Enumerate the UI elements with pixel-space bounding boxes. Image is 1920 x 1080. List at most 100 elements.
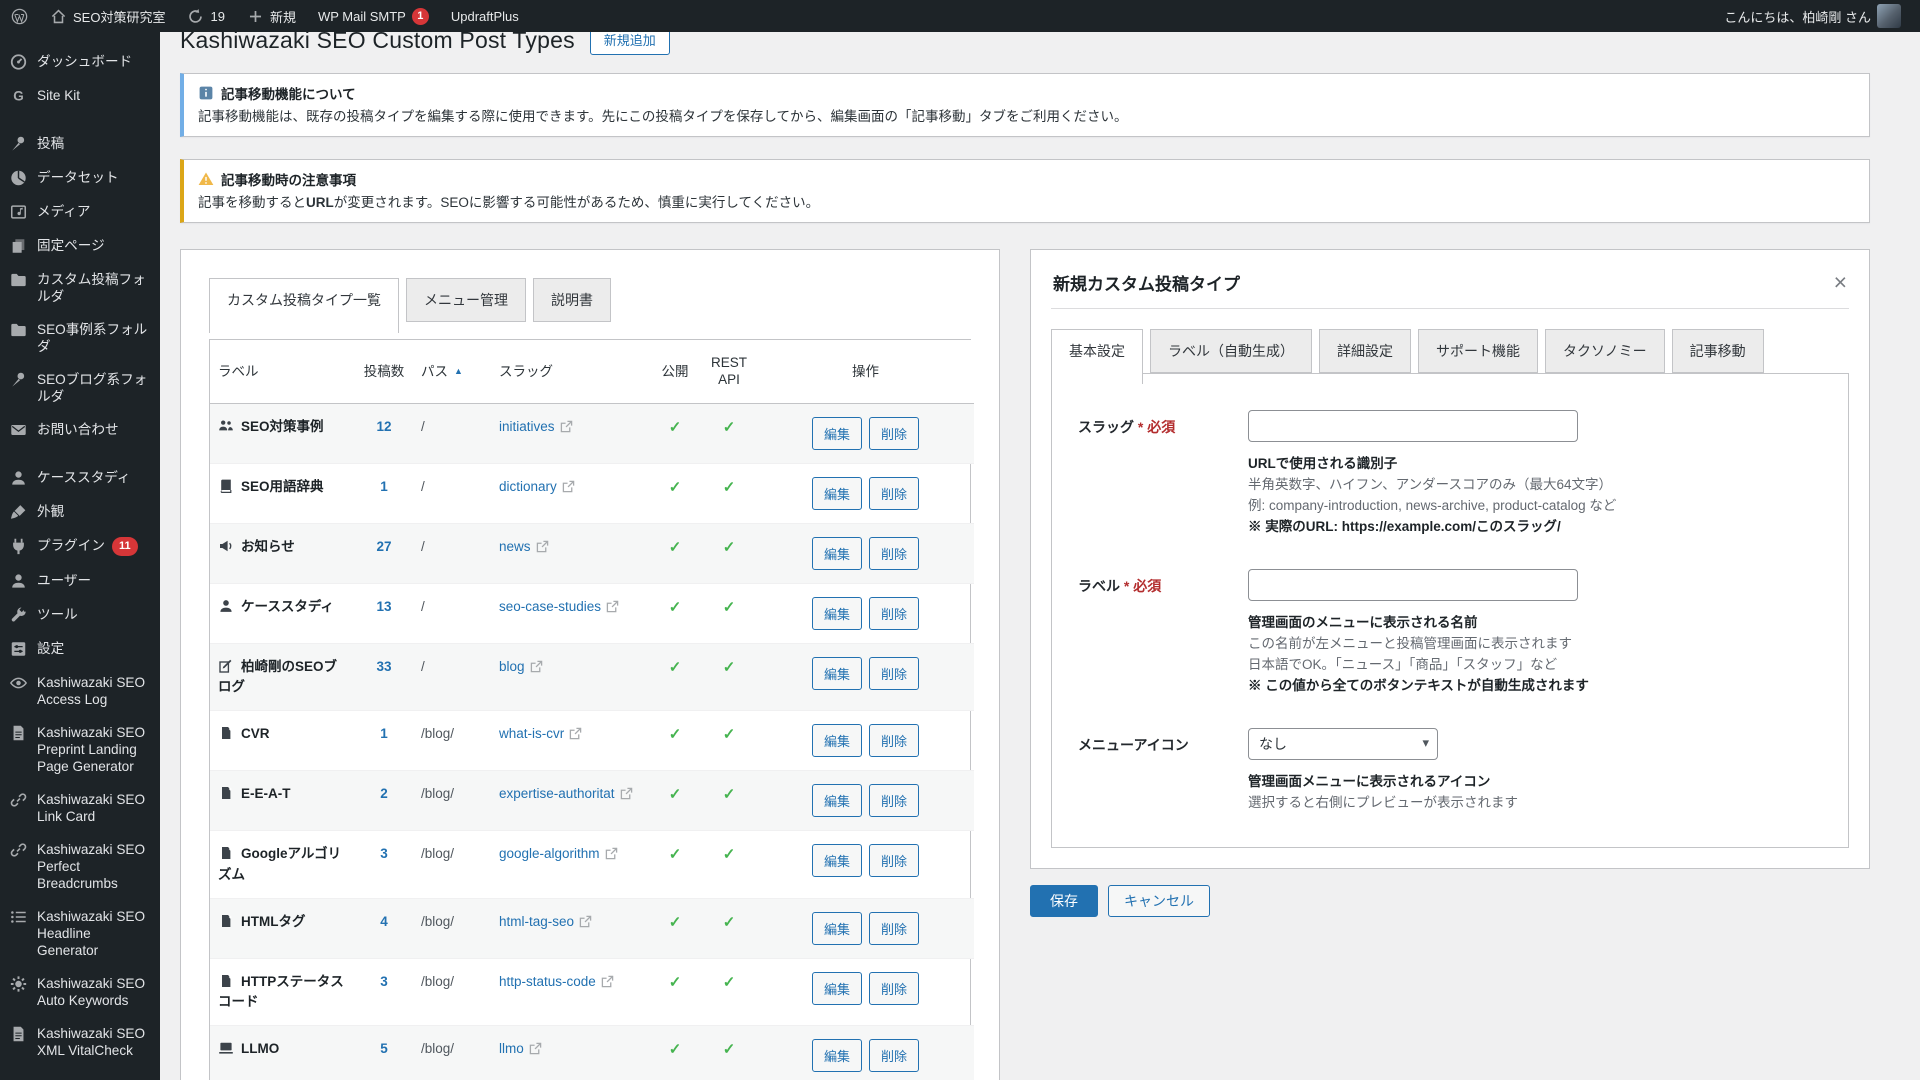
sidebar-item-kashiwazaki-seo-perfect-breadcrumbs[interactable]: Kashiwazaki SEO Perfect Breadcrumbs <box>0 833 160 900</box>
post-count-link[interactable]: 12 <box>376 419 391 434</box>
edit-button[interactable]: 編集 <box>812 972 862 1005</box>
post-count-link[interactable]: 3 <box>380 846 388 861</box>
tab-basic-settings[interactable]: 基本設定 <box>1051 329 1143 384</box>
post-count-link[interactable]: 5 <box>380 1041 388 1056</box>
sidebar-item-users[interactable]: ユーザー <box>0 564 160 598</box>
post-count-link[interactable]: 1 <box>380 726 388 741</box>
wordpress-menu[interactable] <box>0 0 39 32</box>
delete-button[interactable]: 削除 <box>869 844 919 877</box>
slug-link[interactable]: html-tag-seo <box>499 914 574 929</box>
delete-button[interactable]: 削除 <box>869 477 919 510</box>
column-header-rest[interactable]: REST API <box>701 340 757 404</box>
edit-button[interactable]: 編集 <box>812 477 862 510</box>
sidebar-item-custom-post-folder[interactable]: カスタム投稿フォルダ <box>0 263 160 313</box>
sidebar-item-dashboard[interactable]: ダッシュボード <box>0 45 160 79</box>
delete-button[interactable]: 削除 <box>869 537 919 570</box>
delete-button[interactable]: 削除 <box>869 597 919 630</box>
post-count-link[interactable]: 1 <box>380 479 388 494</box>
tab-menu-management[interactable]: メニュー管理 <box>406 278 526 322</box>
sidebar-item-media[interactable]: メディア <box>0 195 160 229</box>
sidebar-item-appearance[interactable]: 外観 <box>0 495 160 529</box>
post-count-link[interactable]: 33 <box>376 659 391 674</box>
sidebar-item-site-kit[interactable]: GSite Kit <box>0 79 160 113</box>
slug-link[interactable]: news <box>499 539 531 554</box>
edit-button[interactable]: 編集 <box>812 844 862 877</box>
delete-button[interactable]: 削除 <box>869 724 919 757</box>
sidebar-item-seo-blog-folder[interactable]: SEOブログ系フォルダ <box>0 363 160 413</box>
slug-link[interactable]: dictionary <box>499 479 557 494</box>
edit-button[interactable]: 編集 <box>812 537 862 570</box>
post-count-link[interactable]: 27 <box>376 539 391 554</box>
rest-api-check-icon: ✓ <box>723 479 736 496</box>
tab-advanced-settings[interactable]: 詳細設定 <box>1319 329 1411 373</box>
sidebar-item-label: Kashiwazaki SEO Perfect Breadcrumbs <box>37 841 152 892</box>
post-count-link[interactable]: 4 <box>380 914 388 929</box>
column-header-public[interactable]: 公開 <box>649 340 701 404</box>
save-button[interactable]: 保存 <box>1030 885 1098 917</box>
post-type-row-http-status-code: HTTPステータスコード3/blog/http-status-code✓✓編集削… <box>210 958 974 1026</box>
sidebar-item-settings[interactable]: 設定 <box>0 632 160 666</box>
tab-labels-auto[interactable]: ラベル（自動生成） <box>1150 329 1312 373</box>
delete-button[interactable]: 削除 <box>869 912 919 945</box>
slug-link[interactable]: llmo <box>499 1041 524 1056</box>
delete-button[interactable]: 削除 <box>869 657 919 690</box>
tab-taxonomy[interactable]: タクソノミー <box>1545 329 1665 373</box>
sidebar-item-kashiwazaki-seo-headline-generator[interactable]: Kashiwazaki SEO Headline Generator <box>0 900 160 967</box>
label-input[interactable] <box>1248 569 1578 601</box>
edit-button[interactable]: 編集 <box>812 912 862 945</box>
post-count-link[interactable]: 2 <box>380 786 388 801</box>
site-name-link[interactable]: SEO対策研究室 <box>39 0 176 32</box>
slug-link[interactable]: initiatives <box>499 419 555 434</box>
column-header-label[interactable]: ラベル <box>210 340 355 404</box>
column-header-label: 公開 <box>662 364 689 379</box>
post-count-link[interactable]: 13 <box>376 599 391 614</box>
tab-support-features[interactable]: サポート機能 <box>1418 329 1538 373</box>
edit-button[interactable]: 編集 <box>812 784 862 817</box>
cancel-button[interactable]: キャンセル <box>1108 885 1210 917</box>
sidebar-item-kashiwazaki-seo-link-card[interactable]: Kashiwazaki SEO Link Card <box>0 783 160 833</box>
sidebar-item-plugins[interactable]: プラグイン11 <box>0 529 160 564</box>
delete-button[interactable]: 削除 <box>869 1039 919 1072</box>
updraftplus-link[interactable]: UpdraftPlus <box>440 0 530 32</box>
tab-article-move[interactable]: 記事移動 <box>1672 329 1764 373</box>
sidebar-item-posts[interactable]: 投稿 <box>0 127 160 161</box>
sidebar-item-dataset[interactable]: データセット <box>0 161 160 195</box>
edit-button[interactable]: 編集 <box>812 417 862 450</box>
sidebar-item-kashiwazaki-seo-access-log[interactable]: Kashiwazaki SEO Access Log <box>0 666 160 716</box>
sidebar-item-tools[interactable]: ツール <box>0 598 160 632</box>
sidebar-item-kashiwazaki-seo-auto-keywords[interactable]: Kashiwazaki SEO Auto Keywords <box>0 967 160 1017</box>
slug-link[interactable]: seo-case-studies <box>499 599 601 614</box>
menu-icon-select[interactable]: なし <box>1248 728 1438 760</box>
slug-link[interactable]: google-algorithm <box>499 846 600 861</box>
column-header-count[interactable]: 投稿数 <box>355 340 413 404</box>
edit-button[interactable]: 編集 <box>812 657 862 690</box>
close-icon[interactable]: × <box>1834 271 1847 294</box>
sidebar-item-kashiwazaki-seo-preprint-landing-page-generator[interactable]: Kashiwazaki SEO Preprint Landing Page Ge… <box>0 716 160 783</box>
updates-link[interactable]: 19 <box>176 0 235 32</box>
slug-link[interactable]: what-is-cvr <box>499 726 564 741</box>
tab-post-type-list[interactable]: カスタム投稿タイプ一覧 <box>209 278 399 333</box>
column-header-slug[interactable]: スラッグ <box>491 340 649 404</box>
edit-button[interactable]: 編集 <box>812 724 862 757</box>
slug-link[interactable]: expertise-authoritat <box>499 786 615 801</box>
sidebar-item-case-study[interactable]: ケーススタディ <box>0 461 160 495</box>
wp-mail-smtp-link[interactable]: WP Mail SMTP 1 <box>307 0 440 32</box>
sidebar-item-kashiwazaki-seo-xml-vitalcheck[interactable]: Kashiwazaki SEO XML VitalCheck <box>0 1017 160 1067</box>
new-content-link[interactable]: 新規 <box>236 0 307 32</box>
post-count-link[interactable]: 3 <box>380 974 388 989</box>
rest-api-check-icon: ✓ <box>723 786 736 803</box>
slug-link[interactable]: blog <box>499 659 525 674</box>
sidebar-item-pages[interactable]: 固定ページ <box>0 229 160 263</box>
edit-button[interactable]: 編集 <box>812 1039 862 1072</box>
sidebar-item-contact[interactable]: お問い合わせ <box>0 413 160 447</box>
tab-manual[interactable]: 説明書 <box>533 278 611 322</box>
column-header-path[interactable]: パス▲ <box>413 340 491 404</box>
edit-button[interactable]: 編集 <box>812 597 862 630</box>
delete-button[interactable]: 削除 <box>869 417 919 450</box>
slug-input[interactable] <box>1248 410 1578 442</box>
slug-link[interactable]: http-status-code <box>499 974 596 989</box>
account-menu[interactable]: こんにちは、柏崎剛 さん <box>1713 0 1912 32</box>
delete-button[interactable]: 削除 <box>869 784 919 817</box>
sidebar-item-seo-case-folder[interactable]: SEO事例系フォルダ <box>0 313 160 363</box>
delete-button[interactable]: 削除 <box>869 972 919 1005</box>
